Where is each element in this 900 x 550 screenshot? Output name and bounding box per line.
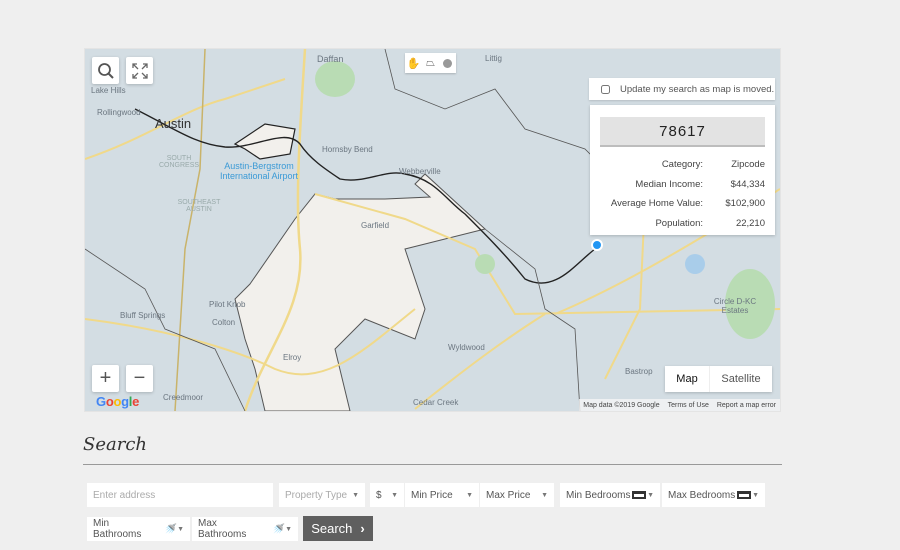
min-bathrooms-select[interactable]: Min Bathrooms 🚿 ▼ <box>87 517 190 541</box>
fullscreen-button[interactable] <box>126 57 153 84</box>
map-type-map[interactable]: Map <box>665 366 710 392</box>
map-data-credit: Map data ©2019 Google <box>583 401 660 409</box>
fullscreen-icon <box>131 62 148 79</box>
info-row: Population: 22,210 <box>655 217 765 229</box>
info-row: Average Home Value: $102,900 <box>610 198 765 210</box>
place-label: Hornsby Bend <box>322 145 373 154</box>
update-search-checkbox[interactable] <box>601 84 610 94</box>
update-search-toggle[interactable]: Update my search as map is moved. <box>589 78 775 100</box>
map-search-button[interactable] <box>92 57 119 84</box>
place-label: Austin <box>155 116 192 131</box>
zoom-out-button[interactable]: − <box>126 365 153 392</box>
chevron-right-icon: › <box>360 521 365 536</box>
terms-link[interactable]: Terms of Use <box>668 402 709 409</box>
min-bedrooms-select[interactable]: Min Bedrooms ▼ <box>560 483 660 507</box>
place-label: Bastrop <box>625 367 653 376</box>
chevron-down-icon: ▼ <box>752 491 759 499</box>
place-label: Garfield <box>361 221 390 230</box>
hand-icon[interactable]: ✋ <box>405 53 422 73</box>
map[interactable]: Daffan Littig Lake Hills Rollingwood Aus… <box>84 48 781 412</box>
place-label: Southeast Austin <box>177 199 221 213</box>
place-label: South Congress <box>158 155 200 169</box>
chevron-down-icon: ▼ <box>647 491 654 499</box>
chevron-down-icon: ▼ <box>541 491 548 499</box>
place-label: Colton <box>212 318 236 327</box>
polygon-icon[interactable]: ⏢ <box>422 53 439 73</box>
chevron-down-icon: ▼ <box>466 491 473 499</box>
zipcode-title: 78617 <box>600 117 765 147</box>
place-label: Pilot Knob <box>209 300 246 309</box>
circle-icon[interactable] <box>439 53 456 73</box>
place-label: Circle D-KC Estates <box>713 297 757 315</box>
place-label: Webberville <box>399 167 441 176</box>
min-price-select[interactable]: Min Price ▼ <box>405 483 479 507</box>
address-input[interactable]: Enter address <box>87 483 273 507</box>
shower-icon: 🚿 <box>272 523 286 535</box>
update-search-label: Update my search as map is moved. <box>620 83 775 95</box>
location-pin[interactable] <box>591 239 603 251</box>
max-bathrooms-select[interactable]: Max Bathrooms 🚿 ▼ <box>192 517 298 541</box>
draw-toolbar: ✋ ⏢ <box>405 53 456 73</box>
place-label: Austin-Bergstrom International Airport <box>219 161 299 181</box>
place-label: Rollingwood <box>97 108 141 117</box>
google-logo: Google <box>96 394 140 409</box>
info-row: Category: Zipcode <box>661 159 765 171</box>
place-label: Elroy <box>283 353 302 362</box>
bed-icon <box>632 491 647 499</box>
chevron-down-icon: ▼ <box>177 525 184 533</box>
max-price-select[interactable]: Max Price ▼ <box>480 483 554 507</box>
bed-icon <box>737 491 752 499</box>
place-label: Littig <box>485 54 502 63</box>
place-label: Creedmoor <box>163 393 204 402</box>
zipcode-boundary-north <box>233 123 296 160</box>
property-type-select[interactable]: Property Type ▼ <box>279 483 365 507</box>
currency-select[interactable]: $ ▼ <box>370 483 404 507</box>
shower-icon: 🚿 <box>164 523 178 535</box>
max-bedrooms-select[interactable]: Max Bedrooms ▼ <box>662 483 765 507</box>
place-label: Daffan <box>317 54 344 64</box>
info-row: Median Income: $44,334 <box>635 178 765 190</box>
place-label: Bluff Springs <box>120 311 166 320</box>
place-label: Wyldwood <box>448 343 485 352</box>
map-type-satellite[interactable]: Satellite <box>710 366 772 392</box>
map-attribution: Map data ©2019 Google Terms of Use Repor… <box>579 399 780 411</box>
zipcode-info-window: 78617 Category: Zipcode Median Income: $44… <box>590 105 775 235</box>
chevron-down-icon: ▼ <box>391 491 398 499</box>
map-type-control: Map Satellite <box>665 366 772 392</box>
search-icon <box>97 62 114 79</box>
chevron-down-icon: ▼ <box>352 491 359 499</box>
place-label: Cedar Creek <box>413 398 459 407</box>
zoom-in-button[interactable]: + <box>92 365 119 392</box>
report-error-link[interactable]: Report a map error <box>717 402 776 409</box>
search-button[interactable]: Search › <box>303 516 373 541</box>
zipcode-boundary <box>234 173 487 411</box>
chevron-down-icon: ▼ <box>285 525 292 533</box>
divider <box>83 464 782 465</box>
place-label: Lake Hills <box>91 86 126 95</box>
search-heading: Search <box>83 434 147 455</box>
